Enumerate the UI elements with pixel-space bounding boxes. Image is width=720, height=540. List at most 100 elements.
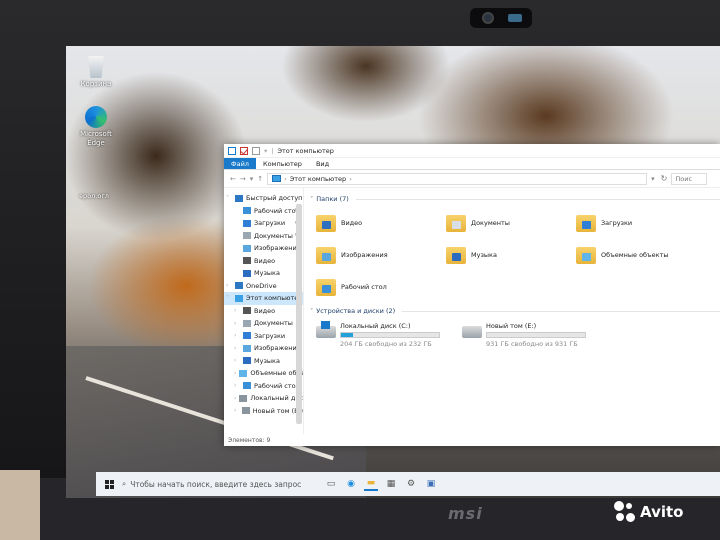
desktop-icon-recycle-bin[interactable]: Корзина [74,56,118,89]
expand-chevron-icon[interactable]: › [234,395,236,402]
store-icon[interactable]: ▦ [384,477,398,491]
avito-watermark: Avito [614,501,683,523]
expand-chevron-icon[interactable]: › [234,370,236,377]
folders-group-header[interactable]: ˅ Папки (7) [310,194,720,204]
desktop-icon-partial[interactable]: ерол.огл [72,192,116,201]
expand-chevron-icon[interactable]: › [234,357,240,364]
drives-group-title: Устройства и диски (2) [316,307,396,315]
screen: Корзина Microsoft Edge ерол.огл ▾ | Этот… [66,46,720,498]
nav-item[interactable]: Загрузки⚲ [224,217,303,230]
chevron-down-icon: ˅ [310,195,314,203]
video-icon [243,307,251,315]
properties-icon[interactable] [240,146,248,155]
back-arrow-icon[interactable]: ← [230,175,236,183]
folder-label: Объемные объекты [601,251,669,259]
computer-icon [235,294,243,302]
taskbar-search-box[interactable]: ⌕ Чтобы начать поиск, введите здесь запр… [118,475,318,493]
drive-item[interactable]: Локальный диск (C:) 204 ГБ свободно из 23… [316,321,440,348]
new-folder-icon[interactable] [252,146,260,155]
refresh-icon[interactable]: ↻ [661,174,668,183]
nav-item-label: Изображения [254,344,301,353]
expand-chevron-icon[interactable]: › [234,407,239,414]
nav-item[interactable]: › Документы [224,317,303,330]
recent-chevron-icon[interactable]: ▾ [250,175,254,183]
nav-item[interactable]: › Объемные объе [224,367,303,380]
folder-item[interactable]: Изображения [316,242,446,268]
drive-free-space: 931 ГБ свободно из 931 ГБ [486,340,578,348]
nav-item[interactable]: › Рабочий стол [224,380,303,393]
expand-chevron-icon[interactable]: › [234,345,240,352]
cloud-icon [235,282,243,290]
drive-icon [462,326,482,338]
nav-item[interactable]: › OneDrive [224,280,303,293]
address-dropdown-icon[interactable]: ▾ [651,175,655,183]
drives-group-header[interactable]: ˅ Устройства и диски (2) [310,306,720,316]
nav-item[interactable]: › Музыка [224,355,303,368]
expand-chevron-icon[interactable]: › [234,382,240,389]
pictures-icon [243,344,251,352]
drive-usage-fill [341,333,353,337]
expand-chevron-icon[interactable]: ˅ [226,295,232,302]
customize-chevron-icon[interactable]: ▾ [264,147,267,155]
nav-item[interactable]: Музыка [224,267,303,280]
file-explorer-taskbar-icon[interactable]: ▬ [364,477,378,491]
3d-objects-icon [239,369,248,377]
nav-item-label: Рабочий стол [254,381,300,390]
nav-item[interactable]: Видео [224,255,303,268]
nav-scrollbar[interactable] [296,204,302,424]
taskbar: ⌕ Чтобы начать поиск, введите здесь запр… [96,472,720,496]
up-arrow-icon[interactable]: ↑ [257,175,263,183]
app-icon[interactable]: ▣ [424,477,438,491]
folder-item[interactable]: Загрузки [576,210,706,236]
tab-view[interactable]: Вид [309,158,336,169]
avito-text: Avito [640,503,684,521]
tab-file[interactable]: Файл [224,158,256,169]
windows-logo-icon [104,479,114,489]
expand-chevron-icon[interactable]: › [226,282,232,289]
task-view-icon[interactable]: ▭ [324,477,338,491]
nav-item[interactable]: › Видео [224,305,303,318]
download-icon [243,219,251,227]
desktop-folder-icon [243,382,251,390]
settings-gear-icon[interactable]: ⚙ [404,477,418,491]
tab-computer[interactable]: Компьютер [256,158,309,169]
nav-item[interactable]: Рабочий сто⚲ [224,205,303,218]
start-button[interactable] [100,475,118,493]
folder-icon [446,214,466,232]
nav-item[interactable]: ˅ Быстрый доступ [224,192,303,205]
file-explorer-window: ▾ | Этот компьютер Файл Компьютер Вид ← … [224,144,720,446]
address-field[interactable]: › Этот компьютер › [267,172,648,185]
desktop-icon-edge[interactable]: Microsoft Edge [74,106,118,148]
drive-icon [316,321,336,338]
desktop-icon-label: Корзина [80,80,112,88]
recycle-bin-icon [88,56,104,78]
folder-item[interactable]: Рабочий стол [316,274,446,300]
drive-usage-bar [340,332,440,338]
forward-arrow-icon[interactable]: → [240,175,246,183]
expand-chevron-icon[interactable]: › [234,307,240,314]
drive-item[interactable]: Новый том (E:) 931 ГБ свободно из 931 ГБ [462,322,586,348]
nav-item[interactable]: › Загрузки [224,330,303,343]
nav-item[interactable]: ˅ Этот компьютер [224,292,303,305]
edge-taskbar-icon[interactable]: ◉ [344,477,358,491]
nav-item[interactable]: Изображени⚲ [224,242,303,255]
folder-icon [576,214,596,232]
folder-badge [322,220,331,229]
nav-item[interactable]: Документы⚲ [224,230,303,243]
nav-item[interactable]: › Изображения [224,342,303,355]
folder-item[interactable]: Видео [316,210,446,236]
nav-item-label: Загрузки [254,331,286,340]
nav-item-label: Этот компьютер [246,294,303,303]
folder-item[interactable]: Музыка [446,242,576,268]
folder-icon [316,278,336,296]
nav-item[interactable]: › Новый том (E:) [224,405,303,418]
folder-item[interactable]: Объемные объекты [576,242,706,268]
nav-item-label: Видео [254,256,276,265]
folder-item[interactable]: Документы [446,210,576,236]
expand-chevron-icon[interactable]: ˅ [226,195,232,202]
expand-chevron-icon[interactable]: › [234,320,240,327]
nav-item[interactable]: › Локальный дис [224,392,303,405]
expand-chevron-icon[interactable]: › [234,332,240,339]
search-input[interactable]: Поис [671,172,708,185]
folder-badge [452,252,461,261]
